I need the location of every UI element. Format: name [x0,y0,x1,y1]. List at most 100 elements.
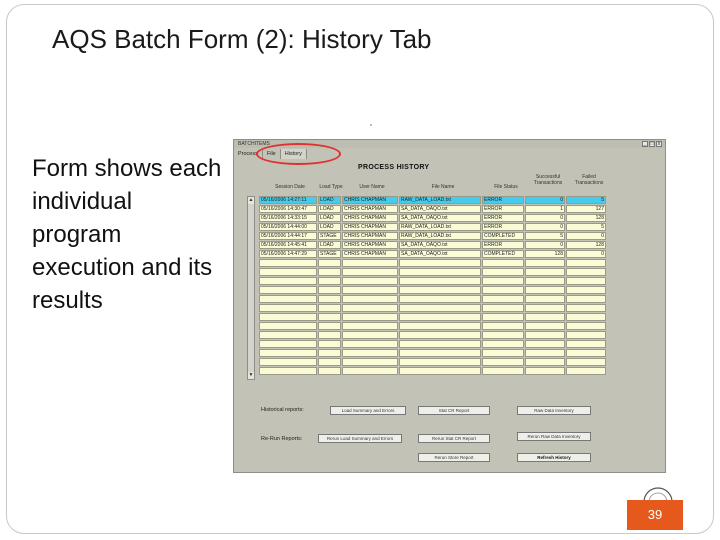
table-cell[interactable] [482,340,524,348]
table-row[interactable]: 05/16/2006 14:45:41 LOAD CHRIS CHAPMAN SA_D… [259,241,607,249]
table-cell[interactable] [318,259,341,267]
table-cell[interactable]: SA_DATA_OAQO.txt [399,205,481,213]
table-row[interactable] [259,340,607,348]
table-cell[interactable]: 5 [566,196,606,204]
table-cell[interactable] [259,277,317,285]
table-cell[interactable] [259,358,317,366]
table-row[interactable] [259,268,607,276]
table-cell[interactable] [482,322,524,330]
table-cell[interactable]: 05/16/2006 14:27:11 [259,196,317,204]
table-cell[interactable] [259,304,317,312]
table-cell[interactable]: 5 [566,223,606,231]
table-row[interactable] [259,322,607,330]
table-cell[interactable]: 05/16/2006 14:30:47 [259,205,317,213]
table-cell[interactable] [342,286,398,294]
table-cell[interactable] [566,277,606,285]
table-cell[interactable]: STAGE [318,250,341,258]
table-row[interactable]: 05/16/2006 14:27:11 LOAD CHRIS CHAPMAN RAW_… [259,196,607,204]
table-cell[interactable]: SA_DATA_OAQO.txt [399,250,481,258]
table-cell[interactable]: 05/16/2006 14:47:29 [259,250,317,258]
table-cell[interactable] [399,313,481,321]
rerun-store-report-button[interactable]: Rerun Store Report [418,453,490,462]
table-row[interactable]: 05/16/2006 14:30:47 LOAD CHRIS CHAPMAN SA_D… [259,205,607,213]
table-row[interactable] [259,367,607,375]
rerun-load-summary-button[interactable]: Rerun Load Summary and Errors [318,434,402,443]
table-row[interactable] [259,295,607,303]
table-cell[interactable] [318,331,341,339]
table-cell[interactable] [525,313,565,321]
table-cell[interactable] [482,313,524,321]
table-cell[interactable] [399,304,481,312]
table-cell[interactable]: LOAD [318,241,341,249]
table-row[interactable] [259,349,607,357]
table-cell[interactable]: 127 [566,205,606,213]
table-cell[interactable] [482,268,524,276]
table-cell[interactable] [482,358,524,366]
table-cell[interactable] [399,367,481,375]
table-cell[interactable] [399,277,481,285]
table-cell[interactable] [342,268,398,276]
table-cell[interactable]: LOAD [318,214,341,222]
table-cell[interactable]: 128 [525,250,565,258]
table-cell[interactable] [525,268,565,276]
stat-cr-report-button[interactable]: Stat CR Report [418,406,490,415]
table-cell[interactable] [566,286,606,294]
table-cell[interactable] [566,304,606,312]
table-cell[interactable] [259,259,317,267]
table-cell[interactable] [566,295,606,303]
table-cell[interactable]: 128 [566,241,606,249]
table-cell[interactable] [318,322,341,330]
table-cell[interactable] [525,322,565,330]
table-cell[interactable] [566,331,606,339]
table-cell[interactable]: 0 [566,250,606,258]
table-row[interactable] [259,286,607,294]
table-cell[interactable]: 05/16/2006 14:44:17 [259,232,317,240]
table-cell[interactable] [525,304,565,312]
table-cell[interactable] [342,313,398,321]
table-cell[interactable]: 0 [566,232,606,240]
table-cell[interactable]: 05/16/2006 14:44:00 [259,223,317,231]
table-cell[interactable]: 5 [525,232,565,240]
table-cell[interactable] [566,367,606,375]
rerun-raw-data-inventory-button[interactable]: Rerun Raw Data Inventory [517,432,591,441]
table-cell[interactable]: ERROR [482,214,524,222]
table-cell[interactable] [259,349,317,357]
table-cell[interactable] [525,358,565,366]
table-cell[interactable]: RAW_DATA_LOAD.txt [399,232,481,240]
table-cell[interactable]: CHRIS CHAPMAN [342,205,398,213]
table-cell[interactable] [259,340,317,348]
table-cell[interactable]: ERROR [482,205,524,213]
table-row[interactable] [259,313,607,321]
table-cell[interactable]: ERROR [482,196,524,204]
table-cell[interactable]: RAW_DATA_LOAD.txt [399,223,481,231]
scroll-up-icon[interactable]: ▲ [248,197,254,204]
table-cell[interactable] [482,304,524,312]
table-cell[interactable] [482,295,524,303]
table-cell[interactable] [259,331,317,339]
load-summary-button[interactable]: Load Summary and Errors [330,406,406,415]
table-cell[interactable] [525,349,565,357]
table-cell[interactable] [566,358,606,366]
table-cell[interactable] [399,286,481,294]
table-cell[interactable] [318,268,341,276]
table-cell[interactable] [342,340,398,348]
table-cell[interactable] [399,358,481,366]
table-cell[interactable] [399,268,481,276]
table-cell[interactable]: SA_DATA_OAQO.txt [399,241,481,249]
table-row[interactable] [259,304,607,312]
table-cell[interactable]: CHRIS CHAPMAN [342,241,398,249]
refresh-history-button[interactable]: Refresh History [517,453,591,462]
table-cell[interactable]: COMPLETED [482,250,524,258]
table-cell[interactable] [342,304,398,312]
table-cell[interactable]: RAW_DATA_LOAD.txt [399,196,481,204]
table-cell[interactable]: 0 [525,214,565,222]
table-cell[interactable] [566,313,606,321]
table-cell[interactable] [482,349,524,357]
table-cell[interactable] [318,340,341,348]
table-cell[interactable]: ERROR [482,223,524,231]
table-row[interactable] [259,331,607,339]
table-cell[interactable] [399,340,481,348]
table-cell[interactable] [342,322,398,330]
table-cell[interactable]: CHRIS CHAPMAN [342,250,398,258]
table-cell[interactable] [566,349,606,357]
